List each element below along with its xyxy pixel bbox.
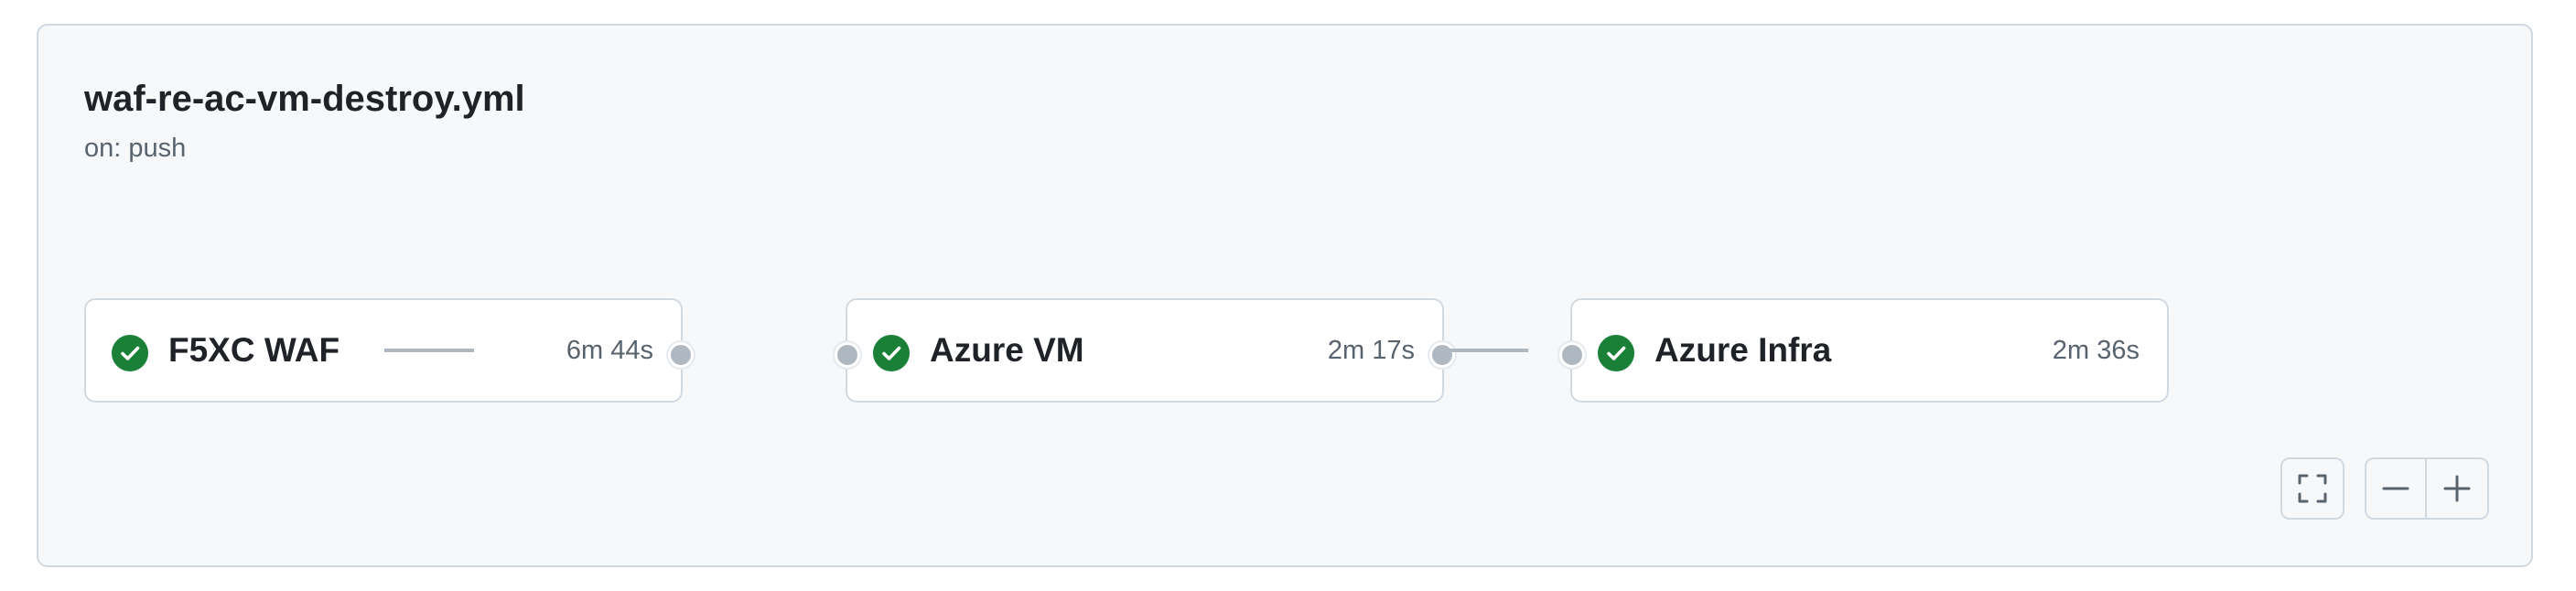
job-name: Azure VM <box>930 331 1084 369</box>
job-duration: 6m 44s <box>566 336 653 365</box>
fullscreen-button[interactable] <box>2280 457 2344 520</box>
workflow-trigger: on: push <box>84 134 187 163</box>
check-circle-icon <box>1598 335 1634 371</box>
job-name: Azure Infra <box>1654 331 1832 369</box>
job-connector <box>1439 349 1528 352</box>
job-input-port <box>835 342 860 368</box>
job-output-port <box>668 342 694 368</box>
check-circle-icon <box>112 335 148 371</box>
fullscreen-icon <box>2298 474 2327 503</box>
job-card-f5xc-waf[interactable]: F5XC WAF 6m 44s <box>84 298 694 403</box>
workflow-file-name: waf-re-ac-vm-destroy.yml <box>84 79 525 119</box>
zoom-in-button[interactable] <box>2425 457 2489 520</box>
plus-icon <box>2443 475 2471 502</box>
job-connector <box>384 349 474 352</box>
minus-icon <box>2382 487 2409 490</box>
job-duration: 2m 17s <box>1327 336 1415 365</box>
workflow-graph-panel: waf-re-ac-vm-destroy.yml on: push F5XC W… <box>37 24 2533 567</box>
job-card-azure-vm[interactable]: Azure VM 2m 17s <box>835 298 1455 403</box>
job-duration: 2m 36s <box>2052 336 2139 365</box>
check-circle-icon <box>873 335 910 371</box>
job-card-azure-infra[interactable]: Azure Infra 2m 36s <box>1559 298 2169 403</box>
job-input-port <box>1559 342 1585 368</box>
job-name: F5XC WAF <box>168 331 340 369</box>
job-output-port <box>1429 342 1455 368</box>
zoom-out-button[interactable] <box>2365 457 2427 520</box>
